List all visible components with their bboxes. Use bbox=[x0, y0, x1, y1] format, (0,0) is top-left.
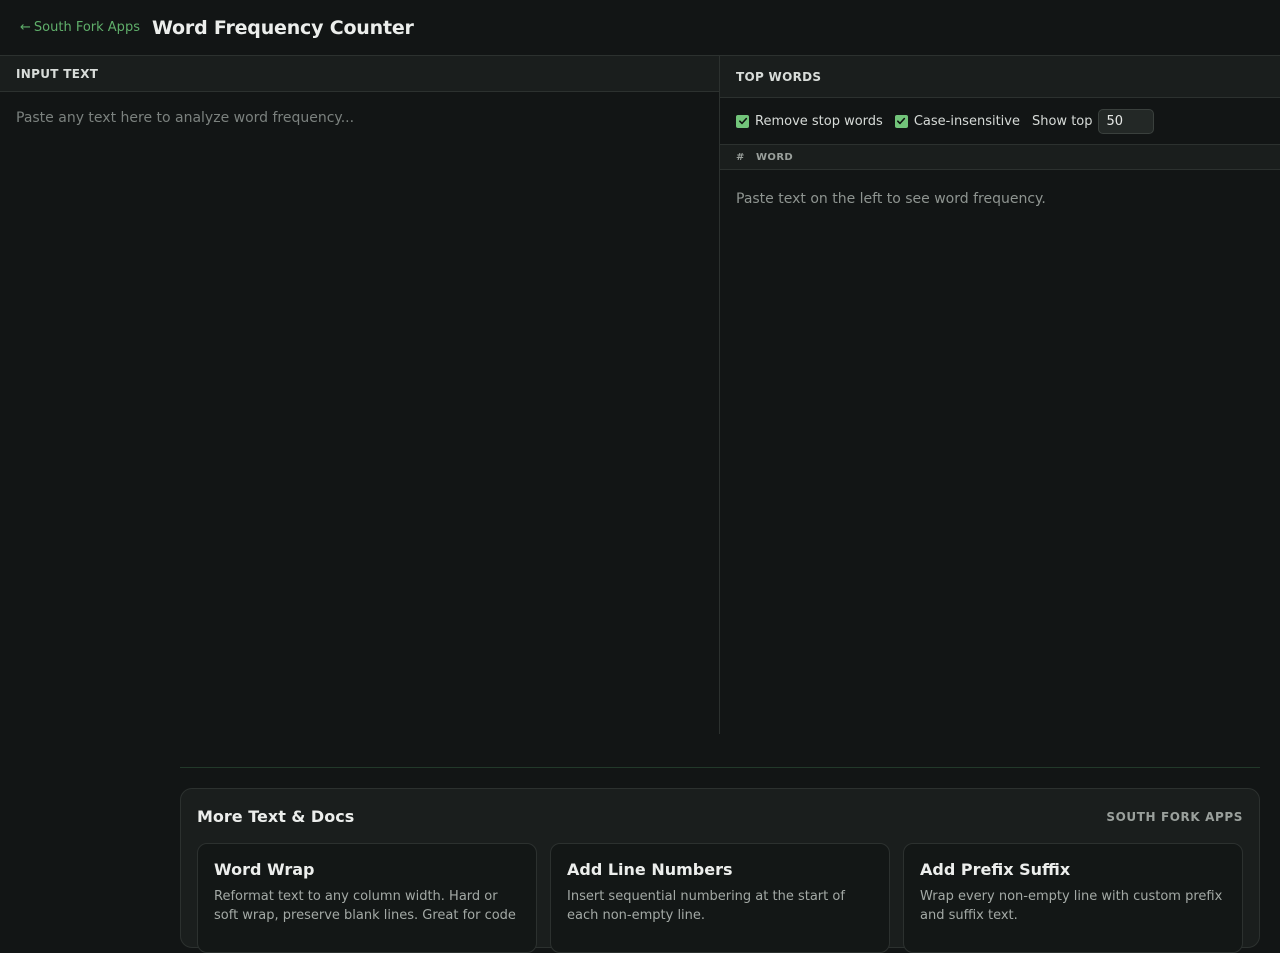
remove-stop-words-label: Remove stop words bbox=[755, 113, 883, 129]
column-header-rank: # bbox=[736, 151, 745, 163]
remove-stop-words-checkbox[interactable] bbox=[736, 114, 749, 128]
remove-stop-words-option[interactable]: Remove stop words bbox=[736, 114, 883, 129]
case-insensitive-checkbox[interactable] bbox=[894, 114, 908, 128]
results-table-header: # WORD bbox=[720, 144, 1280, 170]
empty-state-message: Paste text on the left to see word frequ… bbox=[736, 191, 1046, 207]
more-tools-card: More Text & Docs SOUTH FORK APPS Word Wr… bbox=[180, 788, 1260, 953]
results-panel: TOP WORDS Remove stop words Case-insensi… bbox=[720, 56, 1280, 734]
back-link-label: South Fork Apps bbox=[33, 20, 140, 35]
tool-description: Wrap every non-empty line with custom pr… bbox=[920, 889, 1223, 923]
checkmark-icon bbox=[738, 117, 747, 125]
tool-card-word-wrap[interactable]: Word Wrap Reformat text to any column wi… bbox=[197, 843, 537, 953]
tool-name: Word Wrap bbox=[214, 860, 315, 879]
tool-description: Insert sequential numbering at the start… bbox=[567, 889, 845, 923]
more-tools-title: More Text & Docs bbox=[197, 807, 355, 826]
checkmark-icon bbox=[897, 117, 906, 125]
results-panel-header: TOP WORDS bbox=[720, 56, 1280, 98]
tool-name: Add Line Numbers bbox=[567, 860, 733, 879]
arrow-left-icon: ← bbox=[20, 20, 31, 35]
input-panel: INPUT TEXT bbox=[0, 56, 720, 734]
brand-label[interactable]: SOUTH FORK APPS bbox=[1106, 810, 1243, 824]
tool-card-add-line-numbers[interactable]: Add Line Numbers Insert sequential numbe… bbox=[550, 843, 890, 953]
section-divider bbox=[180, 767, 1260, 768]
show-top-input[interactable] bbox=[1097, 108, 1154, 134]
top-header: ← South Fork Apps Word Frequency Counter bbox=[0, 0, 1280, 56]
show-top-label: Show top bbox=[1031, 113, 1093, 129]
case-insensitive-label: Case-insensitive bbox=[913, 113, 1020, 129]
input-text-area[interactable] bbox=[0, 92, 719, 734]
options-bar: Remove stop words Case-insensitive Show … bbox=[720, 98, 1280, 144]
back-link-south-fork-apps[interactable]: ← South Fork Apps bbox=[20, 20, 140, 35]
input-panel-header: INPUT TEXT bbox=[0, 56, 719, 92]
tool-name: Add Prefix Suffix bbox=[920, 860, 1071, 879]
column-header-word: WORD bbox=[756, 151, 794, 163]
tool-description: Reformat text to any column width. Hard … bbox=[214, 889, 516, 923]
case-insensitive-option[interactable]: Case-insensitive bbox=[894, 113, 1020, 129]
page-title: Word Frequency Counter bbox=[151, 16, 414, 39]
tool-card-add-prefix-suffix[interactable]: Add Prefix Suffix Wrap every non-empty l… bbox=[903, 843, 1243, 953]
